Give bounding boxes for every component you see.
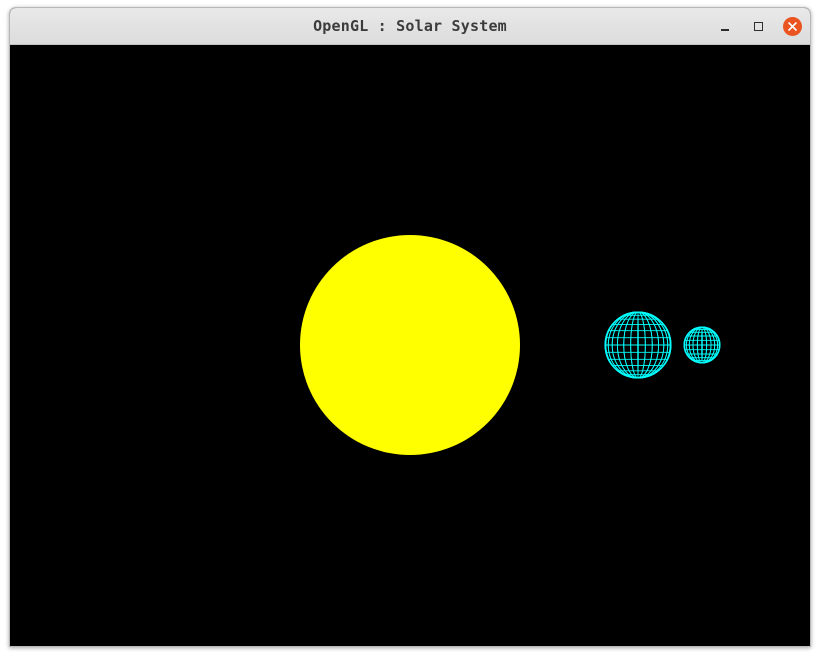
maximize-icon [753, 21, 763, 31]
close-button[interactable] [782, 16, 802, 36]
maximize-button[interactable] [748, 16, 768, 36]
close-icon [782, 16, 802, 36]
minimize-button[interactable] [715, 16, 735, 36]
title-bar[interactable]: OpenGL : Solar System [10, 8, 810, 45]
longitude-line [637, 311, 639, 379]
app-window: OpenGL : Solar System [9, 7, 811, 647]
planet-wireframe-large [604, 311, 672, 379]
opengl-canvas[interactable] [10, 45, 810, 646]
window-title: OpenGL : Solar System [313, 17, 507, 35]
scene-svg [10, 45, 810, 646]
minimize-icon [721, 29, 729, 31]
sun [300, 235, 520, 455]
planet-wireframe-small [683, 326, 721, 364]
longitude-line [701, 326, 703, 364]
